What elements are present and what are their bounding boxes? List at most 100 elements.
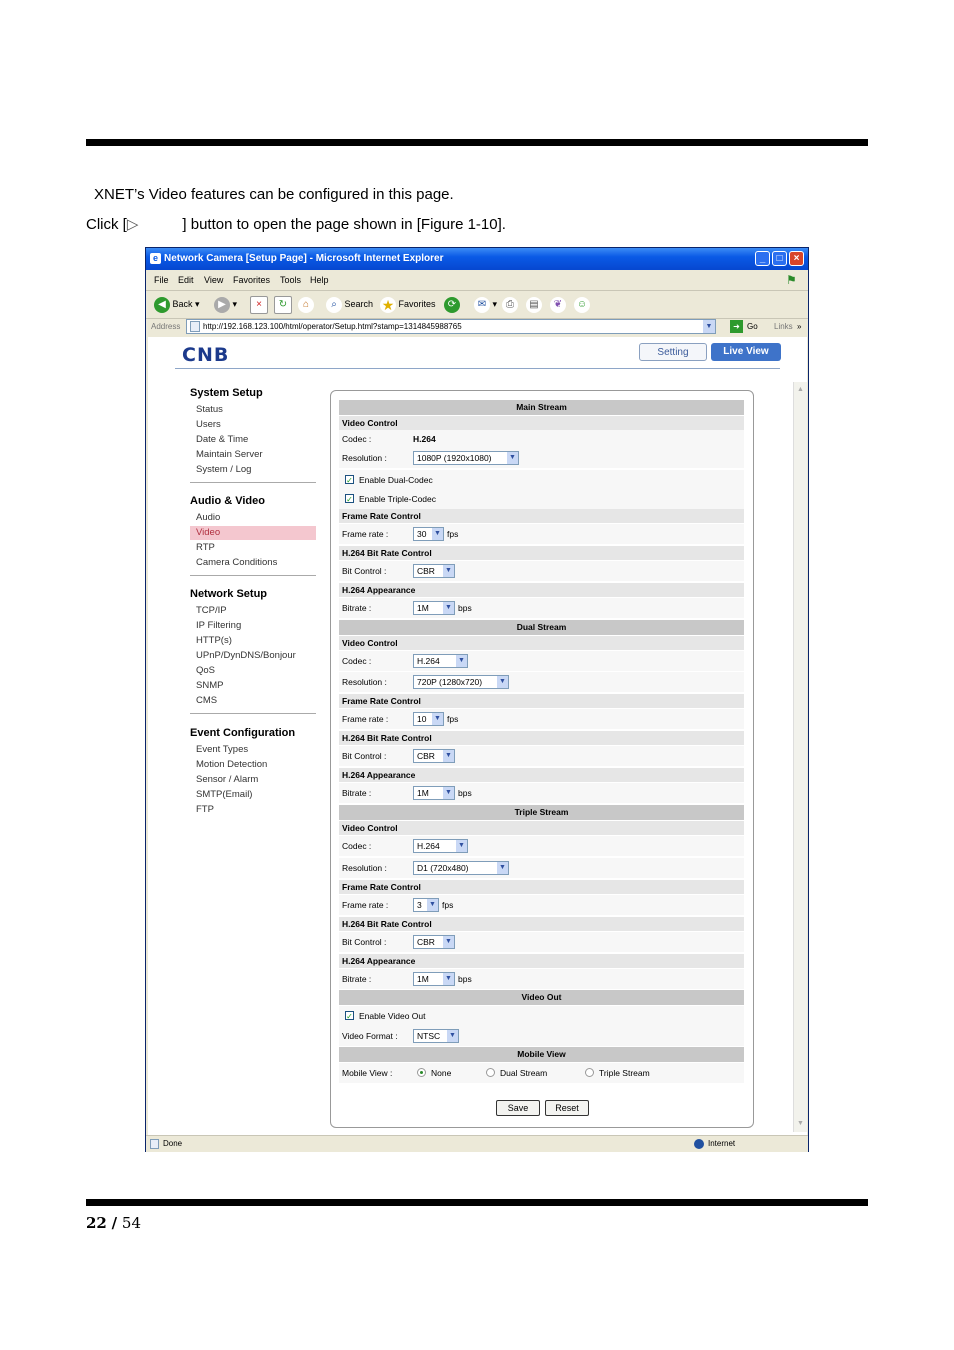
nav-item-date-time[interactable]: Date & Time [196,434,248,445]
print-button[interactable]: ⎙ [502,295,518,313]
nav-item-rtp[interactable]: RTP [196,542,215,553]
triple-frame-rate-heading: Frame Rate Control [339,880,744,894]
back-button[interactable]: ◀ Back ▾ [154,295,200,313]
triple-codec-select[interactable]: H.264 ▼ [413,839,468,853]
menu-file[interactable]: File [154,270,169,290]
menu-view[interactable]: View [204,270,223,290]
dual-resolution-label: Resolution : [342,677,387,687]
triple-codec-checkbox[interactable]: ✓ [345,494,354,504]
history-button[interactable]: ⟳ [444,295,460,313]
discuss-button[interactable]: ❦ [550,295,566,313]
mobile-triple-label: Triple Stream [599,1068,650,1078]
chevron-down-icon: ▼ [443,973,454,985]
favorites-button[interactable]: ★ Favorites [380,295,436,313]
main-resolution-label: Resolution : [342,453,387,463]
main-bit-control-select[interactable]: CBR ▼ [413,564,455,578]
menu-favorites[interactable]: Favorites [233,270,270,290]
mobile-dual-radio[interactable] [486,1068,495,1077]
go-button[interactable]: Go [747,318,758,336]
main-frame-rate-select[interactable]: 30 ▼ [413,527,444,541]
nav-item-status[interactable]: Status [196,404,223,415]
refresh-button[interactable]: ↻ [274,295,292,314]
nav-item-snmp[interactable]: SNMP [196,680,223,691]
nav-item-smtp[interactable]: SMTP(Email) [196,789,252,800]
dual-codec-checkbox[interactable]: ✓ [345,475,354,485]
stop-icon: × [250,295,268,314]
mail-button[interactable]: ✉ ▾ [474,295,497,313]
dual-bit-control-select[interactable]: CBR ▼ [413,749,455,763]
nav-item-audio[interactable]: Audio [196,512,220,523]
chevron-down-icon: ▼ [443,602,454,614]
page-scrollbar[interactable]: ▲ ▼ [793,382,807,1132]
page-current: 22 [86,1214,107,1232]
forward-arrow-icon: ▶ [214,296,230,313]
triple-bit-control-row: Bit Control : CBR ▼ [339,932,744,952]
main-bitrate-select[interactable]: 1M ▼ [413,601,455,615]
nav-item-sensor-alarm[interactable]: Sensor / Alarm [196,774,258,785]
scroll-up-icon[interactable]: ▲ [795,384,806,395]
triple-codec-label: Codec : [342,841,372,851]
triple-bit-control-select[interactable]: CBR ▼ [413,935,455,949]
nav-item-qos[interactable]: QoS [196,665,215,676]
forward-button[interactable]: ▶ ▾ [214,295,237,313]
go-icon[interactable]: ➜ [730,320,743,333]
address-dropdown-icon[interactable]: ▼ [703,320,715,333]
web-page: CNB Setting Live View ▲ ▼ System Setup S… [148,337,807,1137]
messenger-button[interactable]: ☺ [574,295,590,313]
nav-item-upnp[interactable]: UPnP/DynDNS/Bonjour [196,650,296,661]
edit-button[interactable]: ▤ [526,295,542,313]
enable-video-out-checkbox[interactable]: ✓ [345,1011,354,1021]
mobile-triple-radio[interactable] [585,1068,594,1077]
mobile-none-radio[interactable] [417,1068,426,1077]
triple-frame-rate-select[interactable]: 3 ▼ [413,898,439,912]
nav-item-motion-detection[interactable]: Motion Detection [196,759,267,770]
triple-resolution-select[interactable]: D1 (720x480) ▼ [413,861,509,875]
reset-button[interactable]: Reset [545,1100,589,1116]
dual-codec-label: Enable Dual-Codec [359,475,433,485]
address-input[interactable]: http://192.168.123.100/html/operator/Set… [186,319,716,334]
nav-item-ftp[interactable]: FTP [196,804,214,815]
menu-help[interactable]: Help [310,270,329,290]
links-button[interactable]: Links [774,318,793,336]
video-format-select[interactable]: NTSC ▼ [413,1029,459,1043]
nav-item-users[interactable]: Users [196,419,221,430]
home-button[interactable]: ⌂ [298,295,314,313]
close-icon[interactable]: × [789,251,804,266]
menu-edit[interactable]: Edit [178,270,194,290]
nav-item-camera-conditions[interactable]: Camera Conditions [196,557,277,568]
live-view-button[interactable]: Live View [711,343,781,361]
dual-resolution-select[interactable]: 720P (1280x720) ▼ [413,675,509,689]
nav-divider [190,713,316,714]
stop-button[interactable]: × [250,295,268,314]
dual-frame-rate-heading: Frame Rate Control [339,694,744,708]
video-format-row: Video Format : NTSC ▼ [339,1026,744,1046]
minimize-icon[interactable]: _ [755,251,770,266]
triple-resolution-row: Resolution : D1 (720x480) ▼ [339,858,744,878]
nav-item-tcpip[interactable]: TCP/IP [196,605,227,616]
menu-tools[interactable]: Tools [280,270,301,290]
nav-item-maintain-server[interactable]: Maintain Server [196,449,263,460]
triple-bitrate-select[interactable]: 1M ▼ [413,972,455,986]
nav-item-ip-filtering[interactable]: IP Filtering [196,620,241,631]
nav-item-cms[interactable]: CMS [196,695,217,706]
search-button[interactable]: ⌕ Search [326,295,373,313]
dual-frame-rate-select[interactable]: 10 ▼ [413,712,444,726]
mobile-view-label: Mobile View : [342,1068,393,1078]
setting-button[interactable]: Setting [639,343,707,361]
links-chevron-icon: » [797,322,802,331]
main-resolution-select[interactable]: 1080P (1920x1080) ▼ [413,451,519,465]
nav-item-video[interactable]: Video [196,527,220,538]
maximize-icon[interactable]: □ [772,251,787,266]
messenger-icon: ☺ [574,296,590,313]
nav-item-https[interactable]: HTTP(s) [196,635,232,646]
dual-bitrate-select[interactable]: 1M ▼ [413,786,455,800]
scroll-down-icon[interactable]: ▼ [795,1118,806,1129]
dual-codec-select[interactable]: H.264 ▼ [413,654,468,668]
home-icon: ⌂ [298,296,314,313]
nav-item-system-log[interactable]: System / Log [196,464,251,475]
footer-rule [86,1199,868,1206]
nav-item-event-types[interactable]: Event Types [196,744,248,755]
triple-bps-unit: bps [458,974,472,984]
triple-stream-header: Triple Stream [339,805,744,820]
save-button[interactable]: Save [496,1100,540,1116]
